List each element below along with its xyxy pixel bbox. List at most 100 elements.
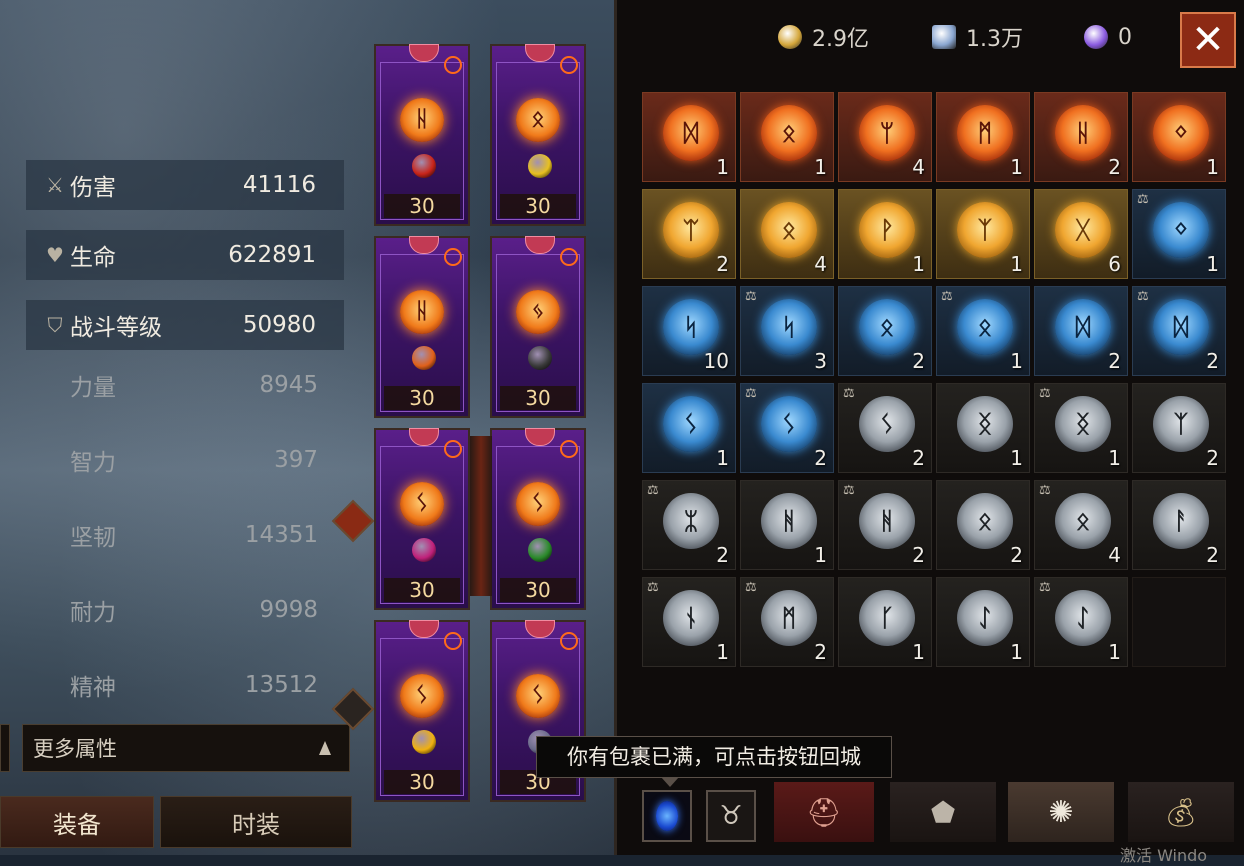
rune-mark-icon: [444, 56, 462, 74]
rune-icon: ᛟ: [761, 105, 817, 161]
rune-count: 4: [912, 155, 925, 179]
rune-slot[interactable]: ᛟ 4: [740, 189, 834, 279]
rune-slot[interactable]: ᚴ 1: [838, 577, 932, 667]
equipment-slot[interactable]: ᚺ 30: [374, 236, 470, 418]
sub-stat-label: 智力: [70, 450, 116, 476]
sword-icon: ⚔: [46, 173, 64, 197]
bound-icon: ⚖: [745, 386, 757, 401]
rune-slot[interactable]: ⚖ ᛝ 1: [1034, 383, 1128, 473]
crest-icon: [409, 236, 439, 254]
rune-icon: ᛊ: [859, 396, 915, 452]
rune-slot[interactable]: ᚹ 1: [838, 189, 932, 279]
rune-slot[interactable]: ᛜ 1: [1132, 92, 1226, 182]
demon-mask-icon: ♉: [719, 801, 743, 831]
town-portal-button[interactable]: [642, 790, 692, 842]
rune-slot[interactable]: ᚻ 1: [740, 480, 834, 570]
rune-icon: ᛞ: [663, 105, 719, 161]
rune-slot[interactable]: ⚖ ᚻ 2: [838, 480, 932, 570]
tab-fashion-label: 时装: [232, 810, 280, 839]
rune-count: 4: [1108, 543, 1121, 567]
rune-slot[interactable]: ⚖ ᛟ 4: [1034, 480, 1128, 570]
tab-equipment-bag[interactable]: ⛑: [774, 782, 874, 842]
heart-icon: ♥: [46, 243, 64, 267]
rune-slot[interactable]: ⚖ ᛜ 1: [1132, 189, 1226, 279]
tab-misc-bag[interactable]: 💰︎: [1128, 782, 1234, 842]
crest-icon: [409, 44, 439, 62]
rune-slot[interactable]: ᛉ 1: [936, 189, 1030, 279]
rune-slot[interactable]: ᛋ 10: [642, 286, 736, 376]
rune-slot[interactable]: ᛞ 1: [642, 92, 736, 182]
equipment-slot[interactable]: ᛊ 30: [490, 428, 586, 610]
bag-full-tooltip: 你有包裹已满，可点击按钮回城: [536, 736, 892, 787]
activation-watermark: 激活 Windo: [1120, 846, 1208, 865]
equipment-slot[interactable]: ᛟ 30: [490, 44, 586, 226]
rune-count: 1: [1010, 640, 1023, 664]
tab-runes-bag[interactable]: ✺: [1008, 782, 1114, 842]
rune-slot[interactable]: ᚺ 2: [1034, 92, 1128, 182]
rune-slot[interactable]: ᛝ 1: [936, 383, 1030, 473]
socketed-rune: ᛃ: [516, 290, 560, 334]
rune-icon: ᛟ: [957, 299, 1013, 355]
bound-icon: ⚖: [843, 483, 855, 498]
rune-slot[interactable]: ᛠ 2: [642, 189, 736, 279]
rune-count: 6: [1108, 252, 1121, 276]
rune-slot[interactable]: ᛗ 1: [936, 92, 1030, 182]
tab-materials-bag[interactable]: ⬟: [890, 782, 996, 842]
rune-swirl-icon: ✺: [1048, 794, 1074, 830]
rune-slot[interactable]: ⚖ ᚾ 1: [642, 577, 736, 667]
rune-count: 1: [1108, 446, 1121, 470]
rune-icon: ᛟ: [1055, 493, 1111, 549]
more-attributes-button[interactable]: 更多属性: [22, 724, 350, 772]
rune-slot[interactable]: ⚖ ᛊ 2: [838, 383, 932, 473]
close-button[interactable]: ✕: [1180, 12, 1236, 68]
rune-count: 2: [1108, 155, 1121, 179]
rune-count: 3: [814, 349, 827, 373]
equipment-slot[interactable]: ᛊ 30: [374, 620, 470, 802]
rune-count: 1: [716, 640, 729, 664]
equipment-slot[interactable]: ᛊ 30: [374, 428, 470, 610]
rune-count: 1: [716, 446, 729, 470]
rune-count: 2: [1206, 349, 1219, 373]
rune-slot[interactable]: ᛟ 1: [740, 92, 834, 182]
equipment-slot[interactable]: ᚺ 30: [374, 44, 470, 226]
rune-slot[interactable]: ⚖ ᛇ 1: [1034, 577, 1128, 667]
rune-slot[interactable]: ⚖ ᛯ 2: [642, 480, 736, 570]
bound-icon: ⚖: [941, 289, 953, 304]
rune-slot[interactable]: ⚖ ᛗ 2: [740, 577, 834, 667]
rune-icon: ᛇ: [1055, 590, 1111, 646]
rune-icon: ᛞ: [1055, 299, 1111, 355]
rune-slot[interactable]: ᚨ 2: [1132, 480, 1226, 570]
bound-icon: ⚖: [1137, 192, 1149, 207]
rune-icon: ᛇ: [957, 590, 1013, 646]
rune-count: 1: [1010, 446, 1023, 470]
rune-slot[interactable]: ⚖ ᛟ 1: [936, 286, 1030, 376]
rune-slot[interactable]: ᛇ 1: [936, 577, 1030, 667]
left-edge-button[interactable]: [0, 724, 10, 772]
rune-icon: ᚾ: [663, 590, 719, 646]
rune-icon: ᛋ: [663, 299, 719, 355]
rune-slot[interactable]: ⚖ ᛊ 2: [740, 383, 834, 473]
rune-slot[interactable]: ᛟ 2: [838, 286, 932, 376]
empty-slot[interactable]: [1132, 577, 1226, 667]
sub-stat-row: 精神 13512: [70, 665, 318, 705]
slot-level: 30: [500, 194, 576, 218]
rune-slot[interactable]: ᛊ 1: [642, 383, 736, 473]
rune-slot[interactable]: ᛟ 2: [936, 480, 1030, 570]
bound-icon: ⚖: [647, 580, 659, 595]
tab-equipment[interactable]: 装备: [0, 796, 154, 848]
rune-slot[interactable]: ᚷ 6: [1034, 189, 1128, 279]
rune-icon: ᛜ: [1153, 202, 1209, 258]
equipment-slot[interactable]: ᛃ 30: [490, 236, 586, 418]
demon-mask-button[interactable]: ♉: [706, 790, 756, 842]
tab-fashion[interactable]: 时装: [160, 796, 352, 848]
rune-slot[interactable]: ᛘ 4: [838, 92, 932, 182]
gold-coin-icon: [778, 25, 802, 49]
rune-slot[interactable]: ⚖ ᛋ 3: [740, 286, 834, 376]
bound-icon: ⚖: [1039, 386, 1051, 401]
rune-mark-icon: [560, 248, 578, 266]
rune-slot[interactable]: ⚖ ᛞ 2: [1132, 286, 1226, 376]
crest-icon: [525, 428, 555, 446]
rune-slot[interactable]: ᛉ 2: [1132, 383, 1226, 473]
rune-slot[interactable]: ᛞ 2: [1034, 286, 1128, 376]
rune-count: 2: [716, 252, 729, 276]
